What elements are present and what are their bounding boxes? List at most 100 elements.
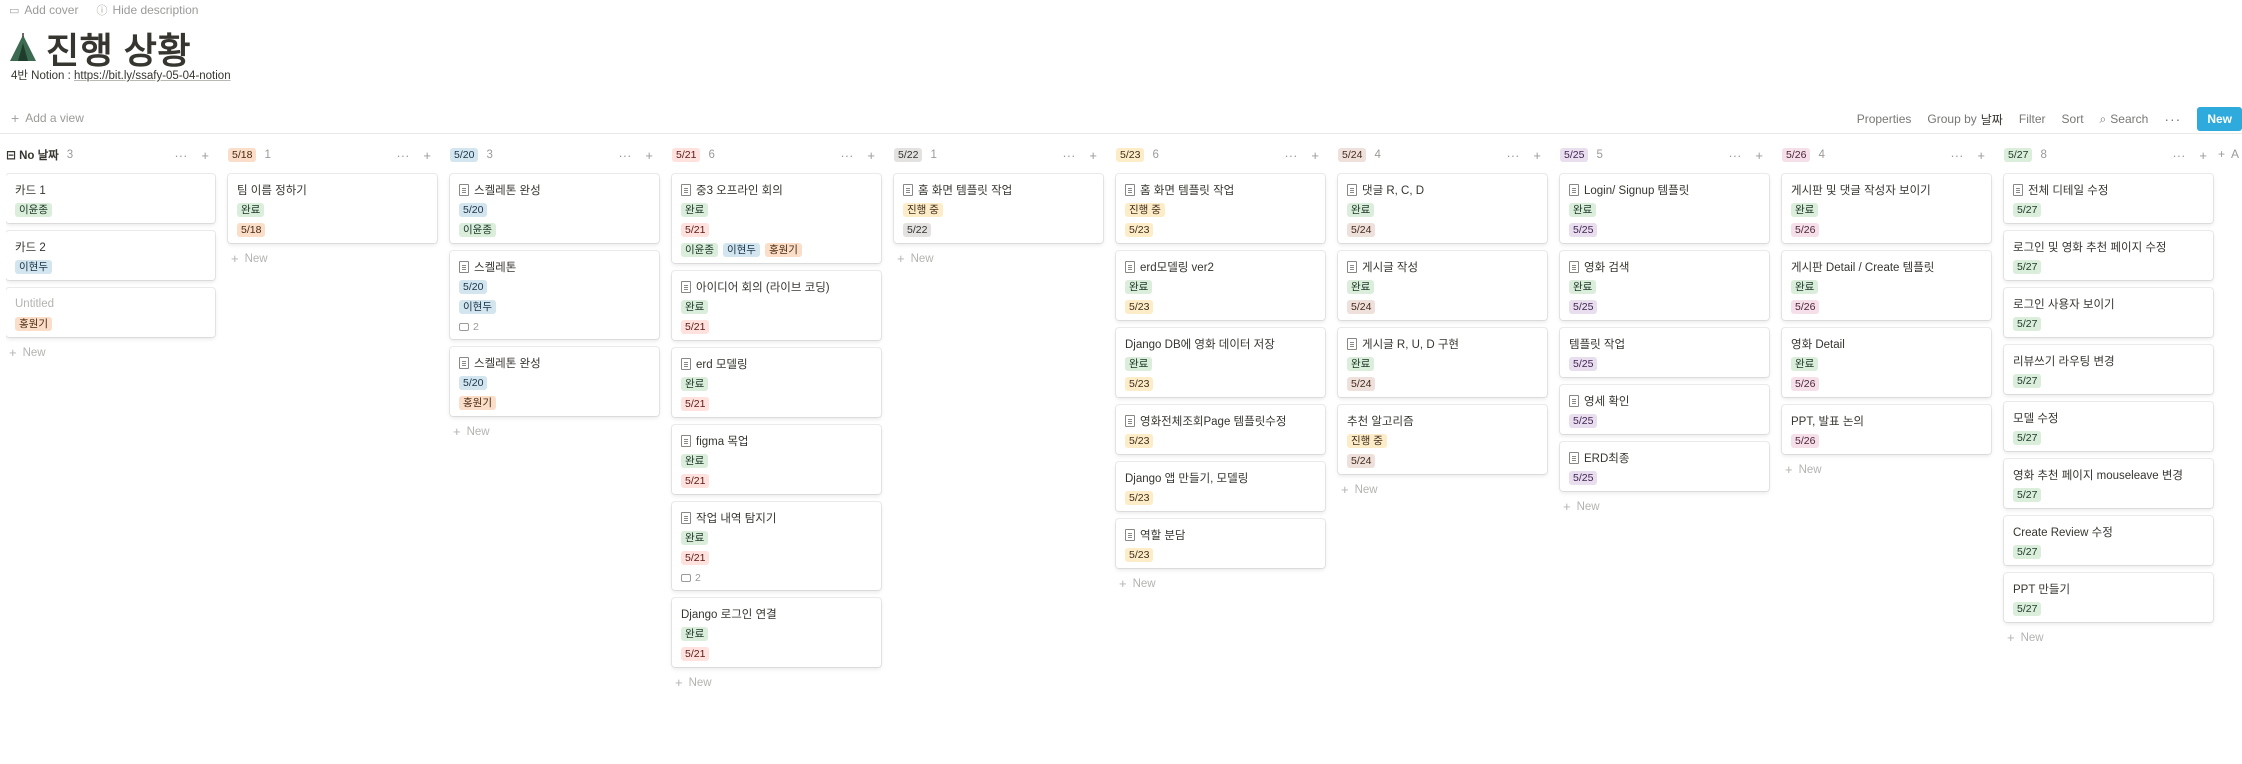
more-options-icon[interactable]: ··· <box>396 148 409 163</box>
board-card[interactable]: 템플릿 작업 5/25 <box>1560 328 1769 377</box>
board-card[interactable]: 홈 화면 템플릿 작업 진행 중 5/23 <box>1116 174 1325 243</box>
plus-icon[interactable]: + <box>1755 148 1763 163</box>
card-date-row: 5/23 <box>1125 548 1317 562</box>
add-cover-button[interactable]: ▭ Add cover <box>9 3 78 17</box>
board-card[interactable]: Django 로그인 연결 완료 5/21 <box>672 598 881 667</box>
description-link[interactable]: https://bit.ly/ssafy-05-04-notion <box>74 70 231 82</box>
board-card[interactable]: PPT, 발표 논의 5/26 <box>1782 405 1991 454</box>
plus-icon[interactable]: + <box>423 148 431 163</box>
board-card[interactable]: 게시글 작성 완료 5/24 <box>1338 251 1547 320</box>
board-card[interactable]: Login/ Signup 템플릿 완료 5/25 <box>1560 174 1769 243</box>
filter-button[interactable]: Filter <box>2019 112 2046 126</box>
add-card-button[interactable]: + New <box>672 675 881 690</box>
add-group-button[interactable]: + A <box>2218 147 2239 161</box>
card-title-text: ERD최종 <box>1584 453 1630 465</box>
more-options-icon[interactable]: ··· <box>2164 111 2181 127</box>
board-card[interactable]: 영세 확인 5/25 <box>1560 385 1769 434</box>
date-tag: 5/27 <box>2013 488 2042 502</box>
more-options-icon[interactable]: ··· <box>1506 148 1519 163</box>
board-card[interactable]: 홈 화면 템플릿 작업 진행 중 5/22 <box>894 174 1103 243</box>
board-card[interactable]: 게시글 R, U, D 구현 완료 5/24 <box>1338 328 1547 397</box>
plus-icon[interactable]: + <box>1311 148 1319 163</box>
page-description[interactable]: 4반 Notion : https://bit.ly/ssafy-05-04-n… <box>11 67 231 83</box>
plus-icon[interactable]: + <box>867 148 875 163</box>
plus-icon[interactable]: + <box>1533 148 1541 163</box>
add-card-button[interactable]: + New <box>1116 576 1325 591</box>
board-card[interactable]: 카드 1 이윤종 <box>6 174 215 223</box>
more-options-icon[interactable]: ··· <box>618 148 631 163</box>
board-card[interactable]: 게시판 및 댓글 작성자 보이기 완료 5/26 <box>1782 174 1991 243</box>
plus-icon[interactable]: + <box>1089 148 1097 163</box>
board-card[interactable]: erd 모델링 완료 5/21 <box>672 348 881 417</box>
add-card-button[interactable]: + New <box>6 345 215 360</box>
board-card[interactable]: ERD최종 5/25 <box>1560 442 1769 491</box>
card-properties: 완료 5/24 <box>1347 203 1539 237</box>
more-options-icon[interactable]: ··· <box>1950 148 1963 163</box>
group-by-button[interactable]: Group by 날짜 <box>1927 111 2002 128</box>
page-icon <box>1347 184 1357 196</box>
add-view-button[interactable]: + Add a view <box>11 111 84 125</box>
new-button[interactable]: New <box>2197 107 2242 131</box>
card-title: 영화 추천 페이지 mouseleave 변경 <box>2013 467 2205 483</box>
board-card[interactable]: Create Review 수정 5/27 <box>2004 516 2213 565</box>
add-card-button[interactable]: + New <box>1782 462 1991 477</box>
plus-icon[interactable]: + <box>1977 148 1985 163</box>
board-card[interactable]: 전체 디테일 수정 5/27 <box>2004 174 2213 223</box>
more-options-icon[interactable]: ··· <box>840 148 853 163</box>
board-card[interactable]: 영화 Detail 완료 5/26 <box>1782 328 1991 397</box>
board-card[interactable]: 중3 오프라인 회의 완료 5/21 이윤종 이현두 홍원기 <box>672 174 881 263</box>
column-count: 1 <box>264 149 271 161</box>
board-card[interactable]: Django DB에 영화 데이터 저장 완료 5/23 <box>1116 328 1325 397</box>
card-title: 카드 2 <box>15 239 207 255</box>
board-card[interactable]: 스켈레톤 5/20 이현두 2 <box>450 251 659 339</box>
hide-description-button[interactable]: ⓘ Hide description <box>96 2 198 18</box>
add-card-button[interactable]: + New <box>228 251 437 266</box>
board-card[interactable]: 카드 2 이현두 <box>6 231 215 280</box>
board-card[interactable]: 영화 추천 페이지 mouseleave 변경 5/27 <box>2004 459 2213 508</box>
board-card[interactable]: 추천 알고리즘 진행 중 5/24 <box>1338 405 1547 474</box>
search-button[interactable]: ⌕ Search <box>2100 112 2149 127</box>
date-tag: 5/27 <box>2013 374 2042 388</box>
add-card-button[interactable]: + New <box>1560 499 1769 514</box>
board-card[interactable]: 로그인 및 영화 추천 페이지 수정 5/27 <box>2004 231 2213 280</box>
comment-count-value: 2 <box>473 321 479 333</box>
board-card[interactable]: 리뷰쓰기 라우팅 변경 5/27 <box>2004 345 2213 394</box>
board-card[interactable]: 게시판 Detail / Create 템플릿 완료 5/26 <box>1782 251 1991 320</box>
card-title: 팀 이름 정하기 <box>237 182 429 198</box>
more-options-icon[interactable]: ··· <box>2172 148 2185 163</box>
board-card[interactable]: Django 앱 만들기, 모델링 5/23 <box>1116 462 1325 511</box>
board-card[interactable]: PPT 만들기 5/27 <box>2004 573 2213 622</box>
plus-icon[interactable]: + <box>201 148 209 163</box>
add-card-button[interactable]: + New <box>2004 630 2213 645</box>
board-card[interactable]: 로그인 사용자 보이기 5/27 <box>2004 288 2213 337</box>
board-card[interactable]: 영화전체조회Page 템플릿수정 5/23 <box>1116 405 1325 454</box>
plus-icon: + <box>11 110 20 126</box>
card-title: 게시글 작성 <box>1347 259 1539 275</box>
board-card[interactable]: figma 목업 완료 5/21 <box>672 425 881 494</box>
sort-button[interactable]: Sort <box>2062 112 2084 126</box>
more-options-icon[interactable]: ··· <box>174 148 187 163</box>
board-card[interactable]: 댓글 R, C, D 완료 5/24 <box>1338 174 1547 243</box>
properties-button[interactable]: Properties <box>1857 112 1912 126</box>
add-card-button[interactable]: + New <box>1338 482 1547 497</box>
add-card-button[interactable]: + New <box>894 251 1103 266</box>
date-tag: 5/26 <box>1791 300 1820 314</box>
board-card[interactable]: 모델 수정 5/27 <box>2004 402 2213 451</box>
plus-icon[interactable]: + <box>645 148 653 163</box>
board-card[interactable]: 작업 내역 탐지기 완료 5/21 2 <box>672 502 881 590</box>
add-card-button[interactable]: + New <box>450 424 659 439</box>
plus-icon[interactable]: + <box>2199 148 2207 163</box>
board-card[interactable]: erd모델링 ver2 완료 5/23 <box>1116 251 1325 320</box>
board-card[interactable]: 스켈레톤 완성 5/20 홍원기 <box>450 347 659 416</box>
board-card[interactable]: 역할 분담 5/23 <box>1116 519 1325 568</box>
board-card[interactable]: 아이디어 회의 (라이브 코딩) 완료 5/21 <box>672 271 881 340</box>
board-card[interactable]: 스켈레톤 완성 5/20 이윤종 <box>450 174 659 243</box>
page-icon <box>459 357 469 369</box>
more-options-icon[interactable]: ··· <box>1728 148 1741 163</box>
board-card[interactable]: 팀 이름 정하기 완료 5/18 <box>228 174 437 243</box>
board-card[interactable]: 영화 검색 완료 5/25 <box>1560 251 1769 320</box>
more-options-icon[interactable]: ··· <box>1284 148 1297 163</box>
board-card[interactable]: Untitled 홍원기 <box>6 288 215 337</box>
more-options-icon[interactable]: ··· <box>1062 148 1075 163</box>
tent-icon[interactable] <box>8 33 38 63</box>
